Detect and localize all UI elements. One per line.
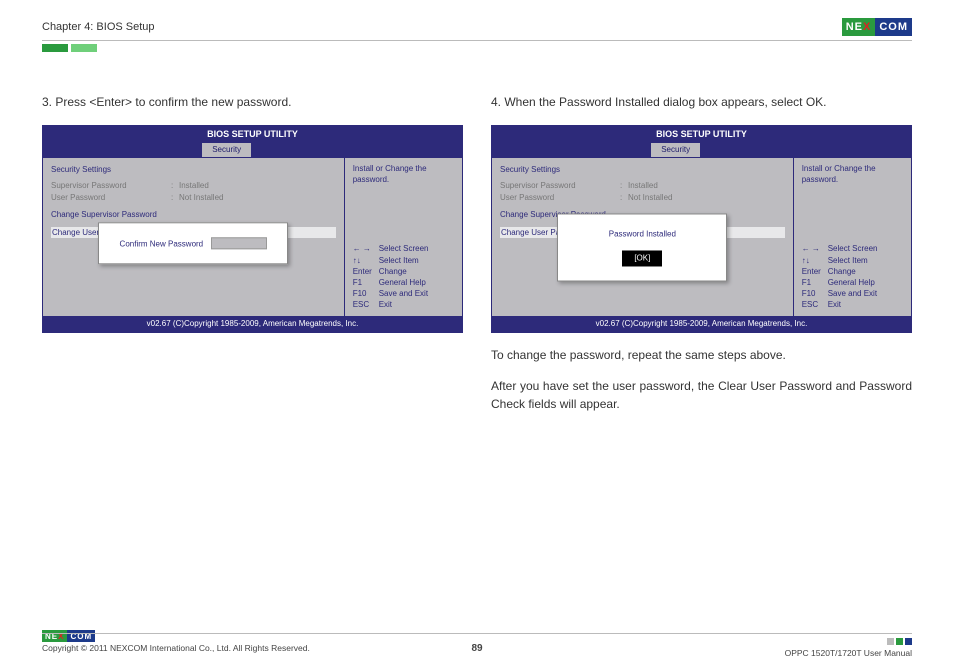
section-heading: Security Settings [500,164,785,176]
bios-screenshot-right: BIOS SETUP UTILITY Security Security Set… [491,125,912,333]
logo-x: X [863,21,871,33]
section-heading: Security Settings [51,164,336,176]
right-column: 4. When the Password Installed dialog bo… [491,94,912,413]
after-text-2: After you have set the user password, th… [491,378,912,413]
popup-title: Password Installed [576,229,708,241]
nav-keys: ← →Select Screen ↑↓Select Item EnterChan… [802,243,905,310]
corner-squares [887,638,912,645]
logo-part-left: NEX [842,18,876,36]
bios-tab-security: Security [202,143,251,157]
bios-screenshot-left: BIOS SETUP UTILITY Security Security Set… [42,125,463,333]
bios-tabbar: Security [492,143,911,157]
bios-tab-security: Security [651,143,700,157]
popup-label: Confirm New Password [120,238,204,250]
footer-manual: OPPC 1520T/1720T User Manual [785,648,912,658]
step-3-text: 3. Press <Enter> to confirm the new pass… [42,94,463,111]
popup-ok-button: [OK] [622,251,662,267]
row-user: User Password : Not Installed [51,192,336,204]
page-footer: Copyright © 2011 NEXCOM International Co… [42,633,912,658]
left-column: 3. Press <Enter> to confirm the new pass… [42,94,463,413]
header-accent [42,44,912,52]
popup-password-field [211,238,267,250]
after-text-1: To change the password, repeat the same … [491,347,912,364]
logo-part-right: COM [875,18,912,36]
nav-keys: ← →Select Screen ↑↓Select Item EnterChan… [353,243,456,310]
popup-confirm-password: Confirm New Password [98,223,288,265]
bios-tabbar: Security [43,143,462,157]
row-supervisor: Supervisor Password : Installed [51,180,336,192]
row-user: User Password : Not Installed [500,192,785,204]
footer-copyright: Copyright © 2011 NEXCOM International Co… [42,643,310,653]
step-4-text: 4. When the Password Installed dialog bo… [491,94,912,111]
side-hint: Install or Change the password. [802,164,905,185]
chapter-title: Chapter 4: BIOS Setup [42,21,155,33]
menu-change-supervisor: Change Supervisor Password [51,209,336,221]
row-supervisor: Supervisor Password : Installed [500,180,785,192]
bios-title: BIOS SETUP UTILITY [492,126,911,143]
bios-footer: v02.67 (C)Copyright 1985-2009, American … [492,316,911,332]
page-header: Chapter 4: BIOS Setup NEX COM [42,18,912,41]
page-number: 89 [471,643,482,654]
side-hint: Install or Change the password. [353,164,456,185]
popup-password-installed: Password Installed [OK] [557,214,727,281]
bios-footer: v02.67 (C)Copyright 1985-2009, American … [43,316,462,332]
brand-logo: NEX COM [842,18,912,36]
bios-title: BIOS SETUP UTILITY [43,126,462,143]
